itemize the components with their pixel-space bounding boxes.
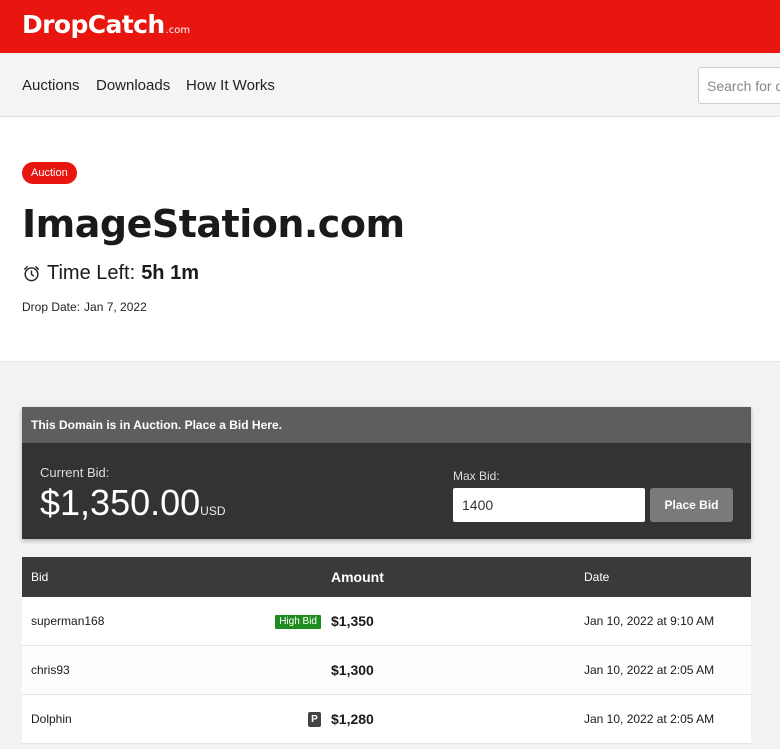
bid-date: Jan 10, 2022 at 9:10 AM	[584, 614, 715, 628]
time-left: Time Left: 5h 1m	[22, 260, 199, 286]
bid-date: Jan 10, 2022 at 2:05 AM	[584, 663, 715, 677]
high-bid-badge: High Bid	[275, 615, 321, 629]
bid-history-table: Bid Amount Date superman168 High Bid $1,…	[22, 557, 751, 744]
drop-date: Drop Date: Jan 7, 2022	[22, 300, 147, 314]
table-header: Bid Amount Date	[22, 557, 751, 597]
search-input[interactable]	[698, 67, 780, 104]
bidder-name: Dolphin	[31, 712, 72, 726]
current-bid-value: $1,350.00	[40, 482, 201, 523]
currency-label: USD	[200, 504, 226, 518]
bid-amount: $1,280	[331, 711, 374, 727]
bid-panel-heading: This Domain is in Auction. Place a Bid H…	[22, 407, 751, 443]
column-header-bid: Bid	[31, 570, 49, 584]
bid-date: Jan 10, 2022 at 2:05 AM	[584, 712, 715, 726]
nav-bar: Auctions Downloads How It Works	[0, 53, 780, 117]
time-left-value: 5h 1m	[141, 262, 199, 284]
bidder-name: superman168	[31, 614, 105, 628]
max-bid-input[interactable]	[453, 488, 645, 522]
current-bid-label: Current Bid:	[40, 465, 110, 480]
column-header-amount: Amount	[331, 569, 384, 585]
proxy-bid-icon: P	[308, 712, 321, 727]
logo-text: DropCatch	[22, 10, 165, 39]
time-left-label: Time Left:	[47, 262, 136, 284]
nav-link-auctions[interactable]: Auctions	[22, 77, 80, 95]
bid-panel: This Domain is in Auction. Place a Bid H…	[22, 407, 751, 539]
max-bid-label: Max Bid:	[453, 469, 500, 483]
drop-date-label: Drop Date:	[22, 300, 81, 314]
auction-badge: Auction	[22, 162, 77, 184]
dropcatch-logo[interactable]: DropCatch.com	[22, 8, 190, 48]
table-row: Dolphin P $1,280 Jan 10, 2022 at 2:05 AM	[22, 695, 751, 744]
bid-amount: $1,300	[331, 662, 374, 678]
nav-link-downloads[interactable]: Downloads	[96, 77, 170, 95]
bid-amount: $1,350	[331, 613, 374, 629]
current-bid-amount: $1,350.00USD	[40, 483, 226, 523]
table-row: chris93 $1,300 Jan 10, 2022 at 2:05 AM	[22, 646, 751, 695]
bidder-name: chris93	[31, 663, 70, 677]
column-header-date: Date	[584, 570, 610, 584]
alarm-clock-icon	[24, 265, 39, 281]
domain-header: Auction ImageStation.com Time Left: 5h 1…	[0, 117, 780, 362]
logo-tld: .com	[165, 25, 191, 36]
domain-name: ImageStation.com	[22, 202, 405, 246]
top-bar: DropCatch.com	[0, 0, 780, 53]
table-row: superman168 High Bid $1,350 Jan 10, 2022…	[22, 597, 751, 646]
drop-date-value: Jan 7, 2022	[84, 300, 147, 314]
nav-link-how-it-works[interactable]: How It Works	[186, 77, 275, 95]
place-bid-button[interactable]: Place Bid	[650, 488, 733, 522]
